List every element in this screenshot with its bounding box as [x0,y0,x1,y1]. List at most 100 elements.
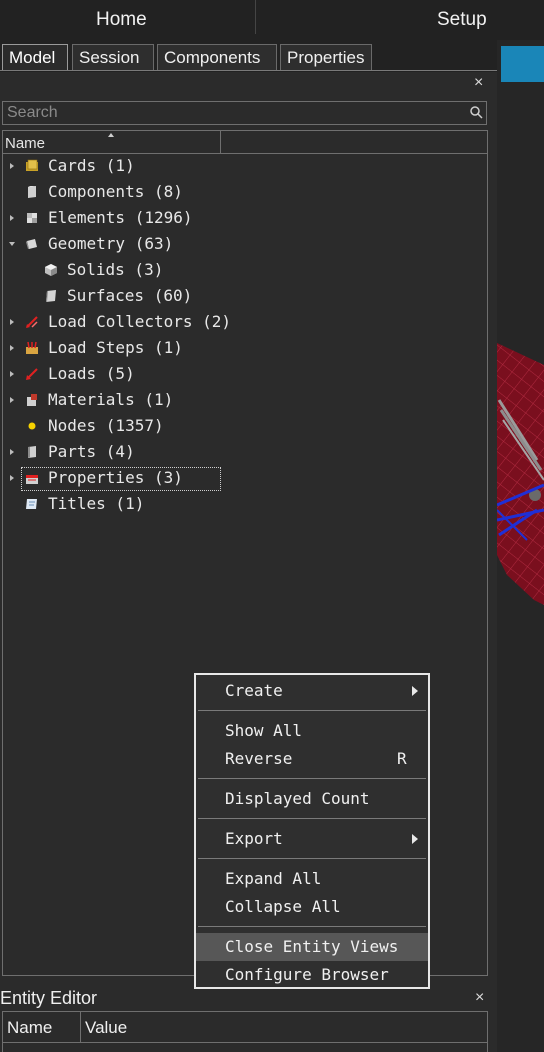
tree-header: Name [3,131,487,154]
surfaces-icon [46,290,56,302]
context-menu: Create Show All Reverse R Displayed Coun… [194,673,430,989]
tree-item-parts[interactable]: Parts (4) [7,440,407,464]
menu-item-label: Close Entity Views [225,937,399,956]
materials-icon [27,394,37,406]
tab-session[interactable]: Session [72,44,154,70]
menu-item-show-all[interactable]: Show All [196,717,428,745]
menu-item-configure-browser[interactable]: Configure Browser [196,961,428,989]
submenu-arrow-icon [412,834,418,844]
tree-item-label: Titles (1) [48,494,145,513]
menu-item-collapse-all[interactable]: Collapse All [196,893,428,921]
graphics-viewport[interactable] [497,40,544,1052]
components-icon [28,186,36,198]
tree-item-label: Loads (5) [48,364,135,383]
menu-item-label: Displayed Count [225,789,370,808]
cards-icon [26,159,38,171]
top-divider [255,0,256,34]
expand-arrow-icon[interactable] [7,440,17,464]
menu-item-label: Export [225,829,283,848]
menu-item-label: Expand All [225,869,322,888]
tab-components[interactable]: Components [157,44,277,70]
menu-shortcut: R [397,749,407,768]
search-icon[interactable] [469,105,483,119]
tree-item-label: Nodes (1357) [48,416,164,435]
column-header-name[interactable]: Name [5,135,45,152]
tree-item-load-steps[interactable]: Load Steps (1) [7,336,407,360]
menu-item-create[interactable]: Create [196,677,428,705]
solids-icon [45,264,57,276]
expand-arrow-icon[interactable] [7,206,17,230]
tree-item-geometry[interactable]: Geometry (63) [7,232,407,256]
menu-item-reverse[interactable]: Reverse R [196,745,428,773]
load-collectors-icon [26,316,38,328]
entity-editor-close-icon[interactable]: × [475,989,484,1007]
menu-item-label: Show All [225,721,303,740]
menu-item-label: Configure Browser [225,965,389,984]
tree-item-label: Cards (1) [48,156,135,175]
menu-item-label: Create [225,681,283,700]
elements-icon [27,213,37,223]
tree-item-label: Properties (3) [48,468,183,487]
tree-item-label: Parts (4) [48,442,135,461]
properties-icon [26,475,38,484]
model-mesh-view [497,343,544,605]
column-header-value[interactable]: Value [85,1018,127,1038]
top-bar: Home Setup [0,0,544,40]
tree-item-load-collectors[interactable]: Load Collectors (2) [7,310,407,334]
load-steps-icon [26,341,38,354]
tree-item-solids[interactable]: Solids (3) [7,258,407,282]
collapse-arrow-icon[interactable] [7,232,17,256]
expand-arrow-icon[interactable] [7,362,17,386]
titles-icon [26,499,37,509]
setup-button[interactable]: Setup [437,0,487,40]
expand-arrow-icon[interactable] [7,466,17,490]
browser-search-input[interactable] [2,101,487,125]
tree-item-label: Elements (1296) [48,208,193,227]
menu-item-expand-all[interactable]: Expand All [196,865,428,893]
tab-underline [0,70,497,71]
tree-item-elements[interactable]: Elements (1296) [7,206,407,230]
expand-arrow-icon[interactable] [7,388,17,412]
tree-item-properties[interactable]: Properties (3) [7,466,407,491]
tree-item-surfaces[interactable]: Surfaces (60) [7,284,407,308]
tree-item-materials[interactable]: Materials (1) [7,388,407,412]
menu-item-displayed-count[interactable]: Displayed Count [196,785,428,813]
entity-editor-table[interactable]: Name Value [2,1011,488,1052]
tree-item-label: Surfaces (60) [67,286,193,305]
column-divider[interactable] [80,1012,81,1042]
tree-item-label: Solids (3) [67,260,164,279]
menu-separator [198,858,426,859]
tree-item-label: Load Collectors (2) [48,312,232,331]
expand-arrow-icon[interactable] [7,336,17,360]
parts-icon [28,446,36,458]
menu-item-export[interactable]: Export [196,825,428,853]
menu-item-label: Collapse All [225,897,341,916]
browser-close-icon[interactable]: × [474,74,483,92]
menu-item-close-entity-views[interactable]: Close Entity Views [196,933,428,961]
menu-separator [198,818,426,819]
column-divider[interactable] [220,131,221,153]
tab-properties[interactable]: Properties [280,44,372,70]
menu-separator [198,710,426,711]
nodes-icon [28,422,36,430]
tree-item-label: Materials (1) [48,390,174,409]
expand-arrow-icon[interactable] [7,154,17,178]
loads-icon [26,368,38,380]
column-header-name[interactable]: Name [7,1018,52,1038]
tab-model[interactable]: Model [2,44,68,70]
tree-item-cards[interactable]: Cards (1) [7,154,407,178]
tree-item-titles[interactable]: Titles (1) [7,492,407,516]
tree-item-nodes[interactable]: Nodes (1357) [7,414,407,438]
tree-item-label: Components (8) [48,182,183,201]
geometry-icon [26,239,37,249]
tree-item-label: Load Steps (1) [48,338,183,357]
sort-ascending-icon[interactable] [108,133,114,137]
tree-item-components[interactable]: Components (8) [7,180,407,204]
header-divider [3,1042,487,1043]
expand-arrow-icon[interactable] [7,310,17,334]
submenu-arrow-icon [412,686,418,696]
tree-item-loads[interactable]: Loads (5) [7,362,407,386]
home-button[interactable]: Home [96,0,147,40]
menu-separator [198,926,426,927]
menu-item-label: Reverse [225,749,293,768]
